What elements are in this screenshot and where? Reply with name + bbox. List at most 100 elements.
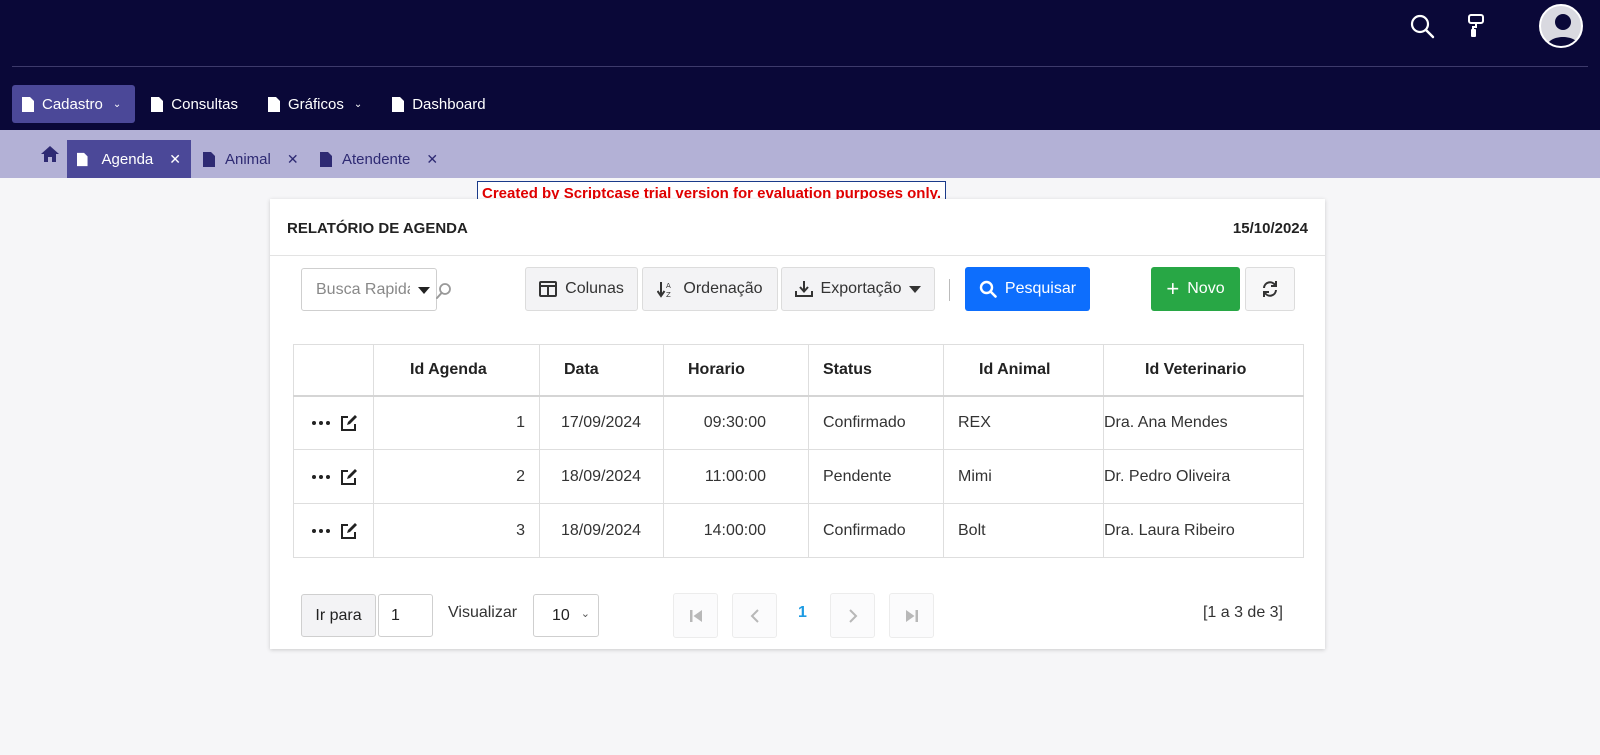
new-button[interactable]: + Novo bbox=[1151, 267, 1240, 311]
caret-down-icon bbox=[909, 285, 922, 293]
cell-status: Confirmado bbox=[808, 503, 944, 558]
cell-animal: Mimi bbox=[943, 449, 1104, 504]
svg-text:A: A bbox=[666, 282, 671, 290]
download-icon bbox=[794, 281, 813, 297]
document-icon bbox=[392, 96, 405, 112]
caret-down-icon[interactable] bbox=[418, 287, 430, 294]
view-label: Visualizar bbox=[448, 604, 518, 621]
menu-item-consultas[interactable]: Consultas bbox=[141, 85, 252, 123]
agenda-table: Id Agenda Data Horario Status Id Animal … bbox=[293, 344, 1304, 558]
close-icon[interactable]: ✕ bbox=[426, 151, 438, 168]
cell-animal: Bolt bbox=[943, 503, 1104, 558]
edit-icon[interactable] bbox=[340, 414, 358, 432]
record-range: [1 a 3 de 3] bbox=[1202, 604, 1283, 621]
column-header[interactable]: Id Veterinario bbox=[1103, 344, 1304, 397]
sort-button[interactable]: AZ Ordenação bbox=[642, 267, 778, 311]
paint-roller-icon[interactable] bbox=[1462, 12, 1490, 40]
table-row: 1 17/09/2024 09:30:00 Confirmado REX Dra… bbox=[293, 395, 1304, 450]
quick-search-input[interactable]: Busca Rapida bbox=[301, 268, 451, 311]
refresh-button[interactable] bbox=[1245, 267, 1295, 311]
current-page-number[interactable]: 1 bbox=[798, 604, 807, 622]
document-icon bbox=[267, 96, 280, 112]
more-options-icon[interactable] bbox=[312, 420, 330, 425]
close-icon[interactable]: ✕ bbox=[169, 151, 181, 168]
page-size-select[interactable]: 10 ⌄ bbox=[533, 594, 599, 637]
search-icon[interactable] bbox=[435, 282, 453, 300]
first-page-button[interactable] bbox=[673, 593, 718, 638]
header-divider bbox=[12, 66, 1588, 67]
more-options-icon[interactable] bbox=[312, 528, 330, 533]
sort-icon: AZ bbox=[657, 282, 671, 298]
edit-icon[interactable] bbox=[340, 522, 358, 540]
more-options-icon[interactable] bbox=[312, 474, 330, 479]
menu-item-label: Gráficos bbox=[287, 95, 344, 113]
document-icon bbox=[203, 151, 215, 167]
row-actions bbox=[293, 449, 374, 504]
menu-item-label: Consultas bbox=[171, 95, 238, 113]
chevron-left-icon bbox=[750, 608, 759, 623]
top-header: Cadastro ⌄ Consultas Gráficos ⌄ Dashboar… bbox=[0, 0, 1600, 130]
close-icon[interactable]: ✕ bbox=[287, 151, 299, 168]
menu-item-cadastro[interactable]: Cadastro ⌄ bbox=[12, 85, 136, 123]
home-icon[interactable] bbox=[40, 144, 60, 164]
document-icon bbox=[22, 96, 34, 112]
document-icon bbox=[320, 151, 332, 167]
row-actions bbox=[293, 503, 374, 558]
last-page-button[interactable] bbox=[889, 593, 934, 638]
plus-icon: + bbox=[1166, 276, 1180, 301]
user-avatar-icon[interactable] bbox=[1539, 4, 1583, 48]
tab-atendente[interactable]: Atendente ✕ bbox=[310, 140, 448, 178]
tab-label: Animal bbox=[225, 150, 271, 168]
column-header[interactable]: Data bbox=[539, 344, 664, 397]
tab-bar: Agenda ✕ Animal ✕ Atendente ✕ bbox=[0, 130, 1600, 178]
export-label: Exportação bbox=[820, 280, 902, 297]
previous-page-button[interactable] bbox=[732, 593, 777, 638]
cell-status: Confirmado bbox=[808, 395, 944, 450]
table-row: 3 18/09/2024 14:00:00 Confirmado Bolt Dr… bbox=[293, 503, 1304, 558]
tab-animal[interactable]: Animal ✕ bbox=[193, 140, 309, 178]
column-header[interactable]: Id Animal bbox=[943, 344, 1104, 397]
cell-date: 17/09/2024 bbox=[539, 395, 664, 450]
report-title: RELATÓRIO DE AGENDA bbox=[287, 220, 468, 237]
cell-id: 2 bbox=[373, 449, 540, 504]
first-page-icon bbox=[689, 609, 702, 622]
refresh-icon bbox=[1263, 281, 1277, 297]
table-row: 2 18/09/2024 11:00:00 Pendente Mimi Dr. … bbox=[293, 449, 1304, 504]
columns-icon bbox=[539, 281, 558, 297]
svg-text:Z: Z bbox=[666, 291, 671, 298]
tab-agenda[interactable]: Agenda ✕ bbox=[67, 140, 191, 178]
menu-item-dashboard[interactable]: Dashboard bbox=[382, 85, 499, 123]
search-icon[interactable] bbox=[1408, 12, 1436, 40]
goto-page-input[interactable]: 1 bbox=[378, 594, 433, 637]
column-header[interactable]: Status bbox=[808, 344, 944, 397]
cell-id: 1 bbox=[373, 395, 540, 450]
search-label: Pesquisar bbox=[1004, 280, 1077, 297]
tab-label: Agenda bbox=[101, 150, 154, 168]
chevron-down-icon: ⌄ bbox=[112, 98, 122, 110]
columns-button[interactable]: Colunas bbox=[525, 267, 638, 311]
actions-header bbox=[293, 344, 374, 397]
cell-vet: Dra. Laura Ribeiro bbox=[1103, 503, 1304, 558]
cell-time: 09:30:00 bbox=[663, 395, 809, 450]
row-actions bbox=[293, 395, 374, 450]
cell-vet: Dr. Pedro Oliveira bbox=[1103, 449, 1304, 504]
cell-time: 11:00:00 bbox=[663, 449, 809, 504]
tab-label: Atendente bbox=[342, 150, 411, 168]
cell-time: 14:00:00 bbox=[663, 503, 809, 558]
column-header[interactable]: Id Agenda bbox=[373, 344, 540, 397]
document-icon bbox=[77, 152, 88, 166]
new-label: Novo bbox=[1187, 280, 1225, 297]
menu-item-graficos[interactable]: Gráficos ⌄ bbox=[258, 85, 376, 123]
search-button[interactable]: Pesquisar bbox=[965, 267, 1090, 311]
edit-icon[interactable] bbox=[340, 468, 358, 486]
columns-label: Colunas bbox=[565, 280, 624, 297]
next-page-button[interactable] bbox=[830, 593, 875, 638]
search-icon bbox=[979, 280, 997, 298]
page-size-value: 10 bbox=[552, 606, 570, 624]
menu-item-label: Dashboard bbox=[412, 95, 486, 113]
column-header[interactable]: Horario bbox=[663, 344, 809, 397]
export-button[interactable]: Exportação bbox=[781, 267, 935, 311]
table-header-row: Id Agenda Data Horario Status Id Animal … bbox=[293, 344, 1304, 397]
chevron-down-icon: ⌄ bbox=[580, 608, 590, 620]
report-card: RELATÓRIO DE AGENDA 15/10/2024 Busca Rap… bbox=[270, 199, 1325, 649]
